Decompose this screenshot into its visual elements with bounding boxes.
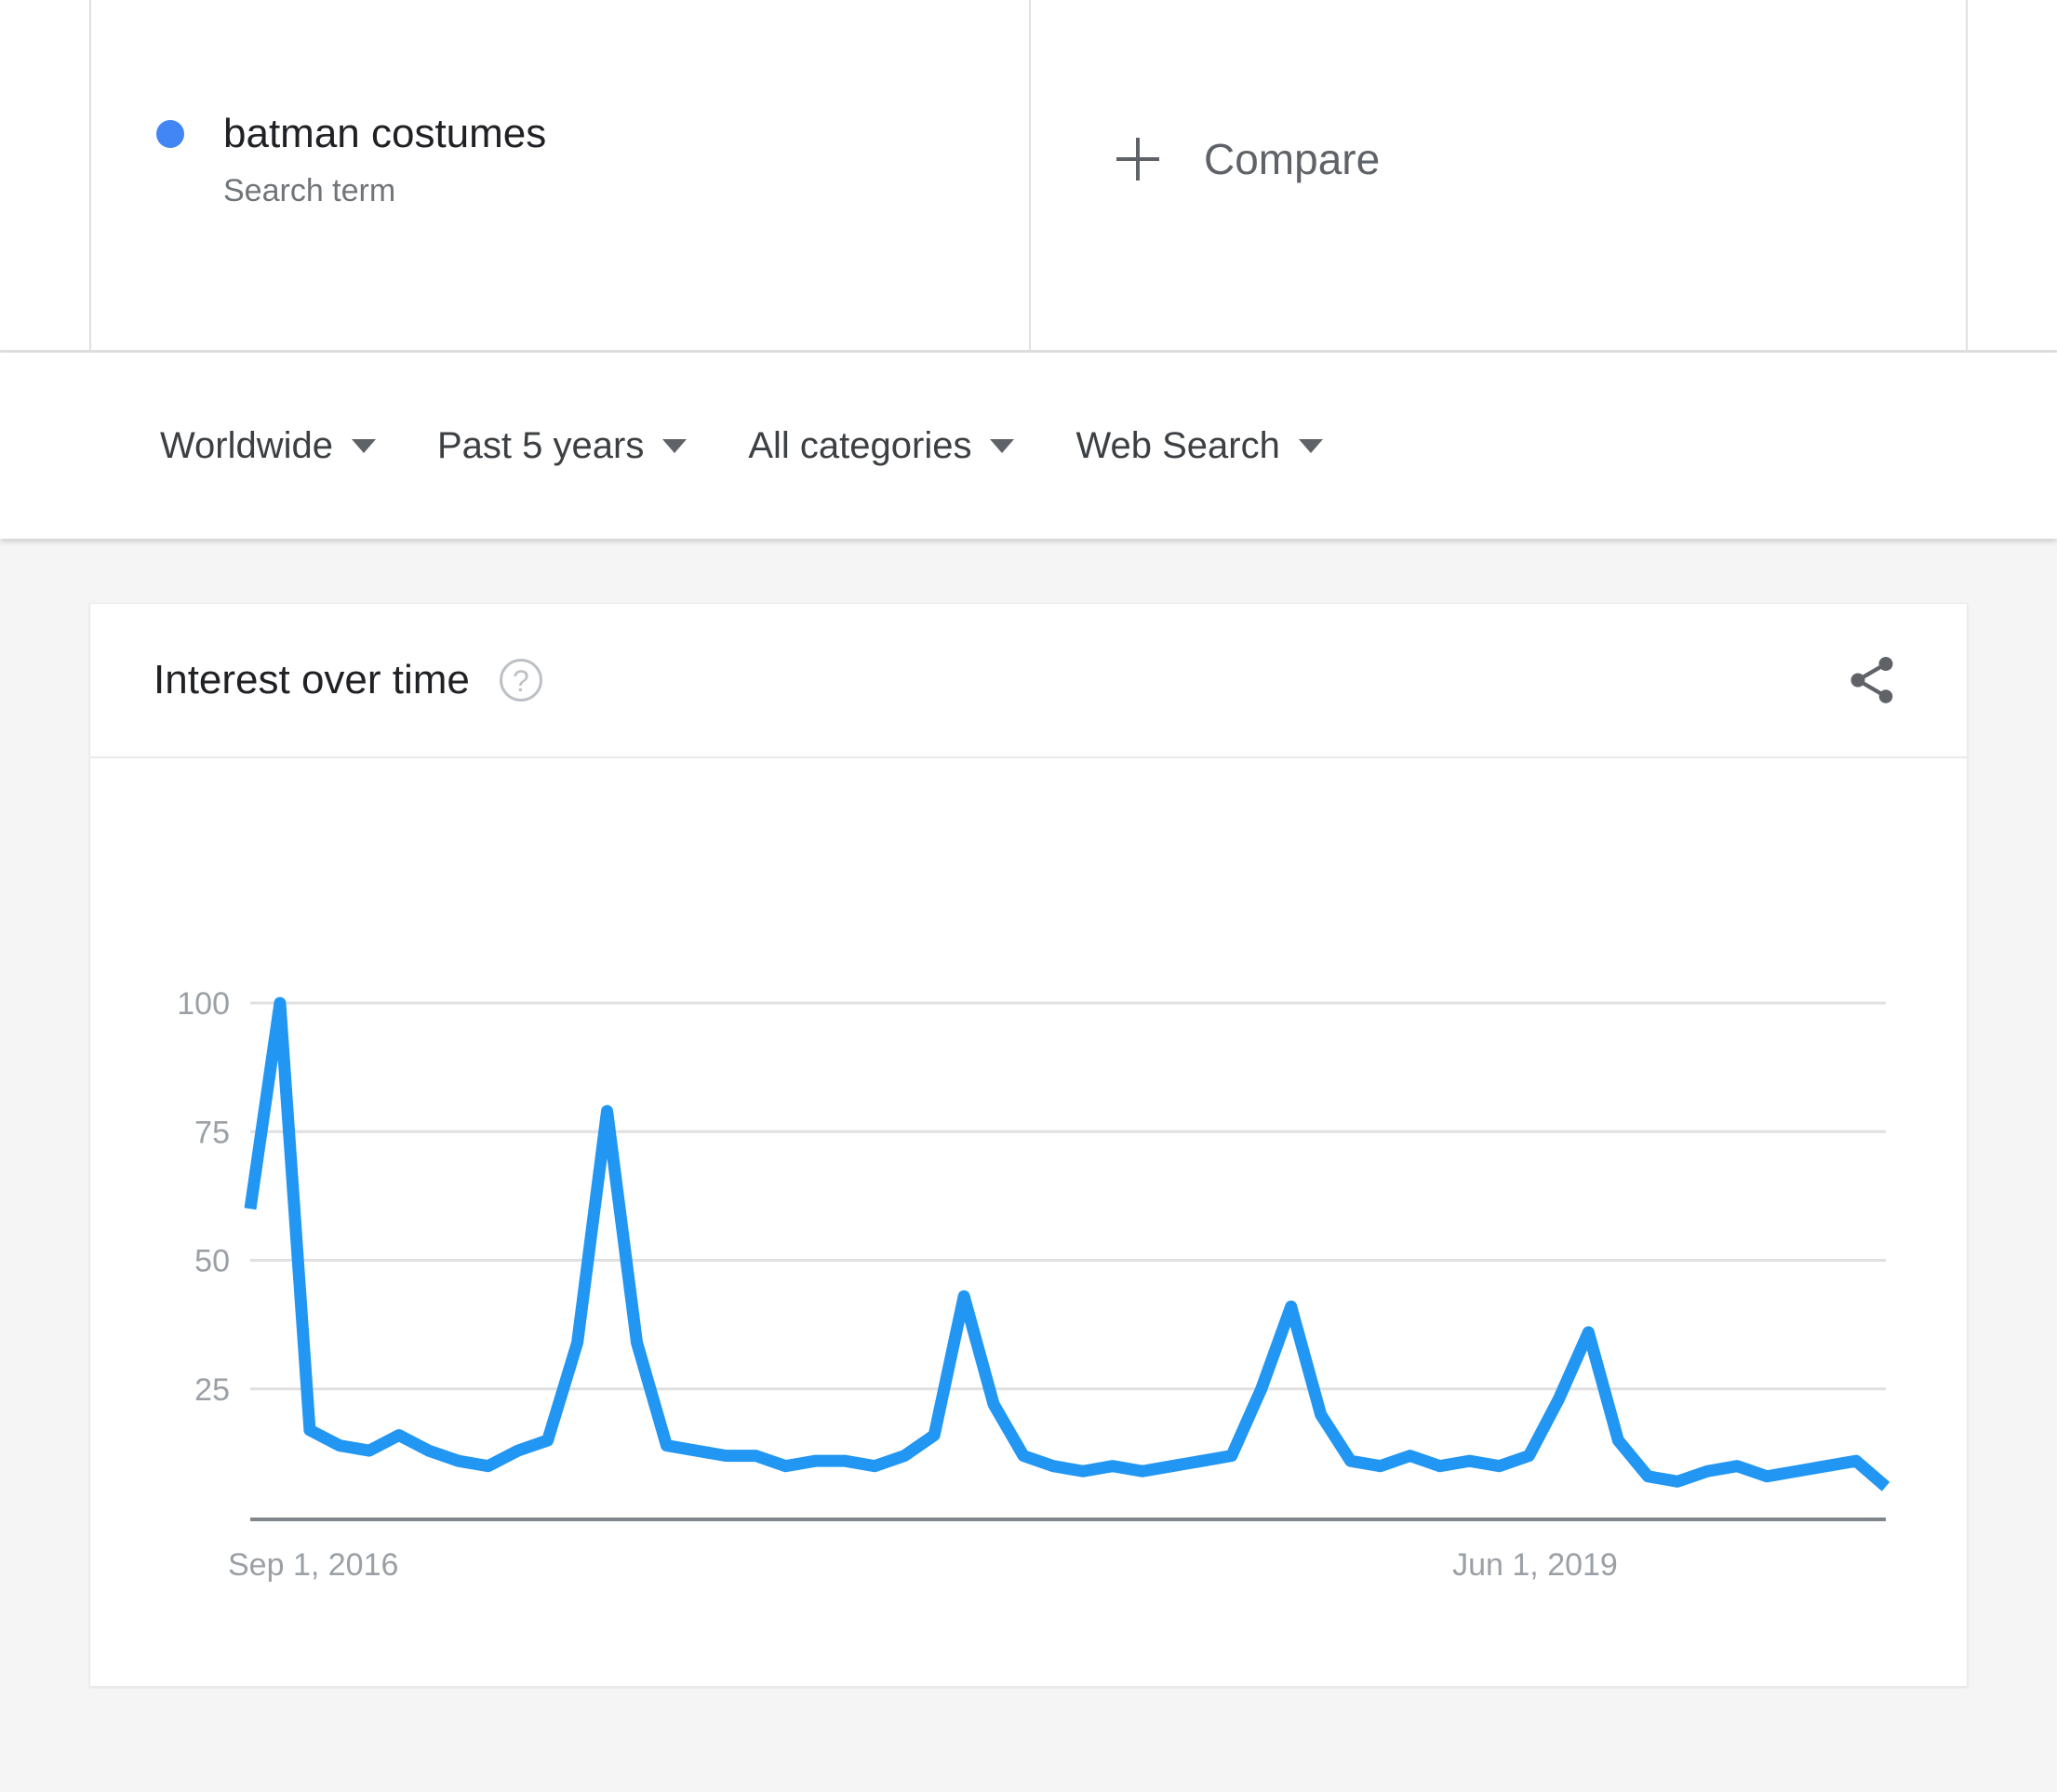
search-term-card[interactable]: batman costumes Search term <box>89 0 1031 350</box>
card-title-group: Interest over time ? <box>154 604 542 756</box>
chart-x-tick-start: Sep 1, 2016 <box>228 1547 398 1583</box>
chevron-down-icon <box>352 439 376 453</box>
chart-y-axis-labels: 25 50 75 100 <box>177 986 230 1408</box>
filter-search-type[interactable]: Web Search <box>1075 427 1322 464</box>
filter-time-range-label: Past 5 years <box>437 427 644 464</box>
google-trends-page: batman costumes Search term Compare Worl… <box>0 0 2057 1792</box>
series-color-dot-icon <box>156 120 184 148</box>
filter-bar: Worldwide Past 5 years All categories We… <box>0 353 2057 539</box>
compare-label: Compare <box>1204 138 1380 181</box>
page-title: Interest over time <box>154 660 470 701</box>
page-body: Interest over time ? 25 50 75 100 Sep 1, 20… <box>0 539 2057 1792</box>
chart-y-tick: 100 <box>177 986 230 1022</box>
filter-location-label: Worldwide <box>160 427 333 464</box>
search-term-bar: batman costumes Search term Compare <box>0 0 2057 353</box>
search-term-info: batman costumes Search term <box>156 114 546 207</box>
chart-y-tick: 50 <box>194 1244 230 1279</box>
compare-button[interactable]: Compare <box>1033 0 1968 350</box>
share-icon[interactable] <box>1844 652 1900 708</box>
chevron-down-icon <box>662 439 687 453</box>
filter-category-label: All categories <box>748 427 971 464</box>
trends-line-chart-svg: 25 50 75 100 Sep 1, 2016 Jun 1, 2019 <box>90 758 1967 1686</box>
chart-gridlines <box>250 1003 1886 1389</box>
filter-time-range[interactable]: Past 5 years <box>437 427 687 464</box>
interest-over-time-chart[interactable]: 25 50 75 100 Sep 1, 2016 Jun 1, 2019 <box>90 758 1967 1686</box>
filter-category[interactable]: All categories <box>748 427 1014 464</box>
filter-location[interactable]: Worldwide <box>160 427 376 464</box>
chart-data-line <box>250 1003 1886 1487</box>
filter-list: Worldwide Past 5 years All categories We… <box>160 353 1384 539</box>
chart-y-tick: 75 <box>194 1115 230 1150</box>
search-term-label: batman costumes <box>223 114 546 154</box>
chart-x-tick-mid: Jun 1, 2019 <box>1452 1547 1618 1583</box>
chevron-down-icon <box>990 439 1014 453</box>
plus-icon <box>1116 138 1159 181</box>
card-header: Interest over time ? <box>90 604 1967 758</box>
filter-search-type-label: Web Search <box>1075 427 1279 464</box>
search-term-row: batman costumes <box>156 114 546 154</box>
chart-y-tick: 25 <box>194 1372 230 1408</box>
help-circle-icon[interactable]: ? <box>500 659 542 702</box>
compare-content: Compare <box>1116 138 1380 181</box>
interest-over-time-card: Interest over time ? 25 50 75 100 Sep 1, 20… <box>89 603 1968 1687</box>
search-term-type-label: Search term <box>223 175 546 207</box>
chevron-down-icon <box>1299 439 1323 453</box>
